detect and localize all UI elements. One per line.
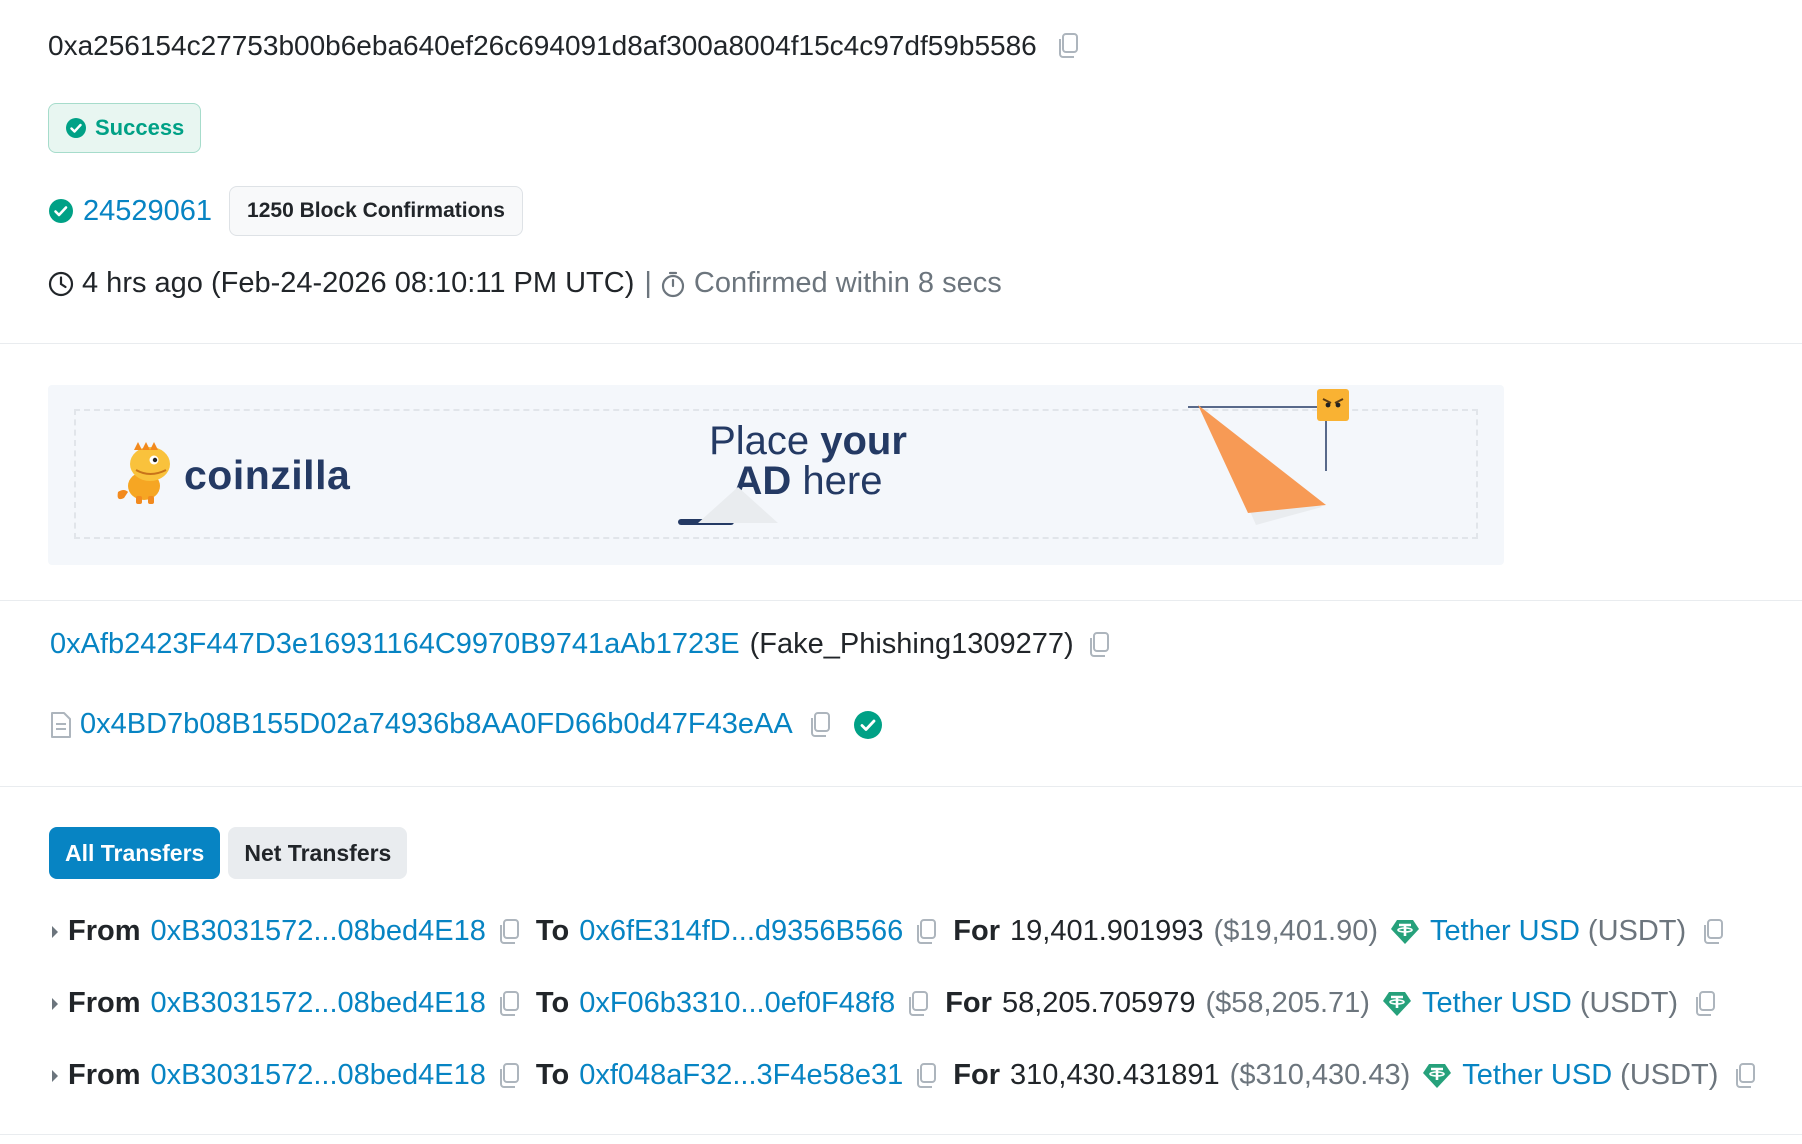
from-address-row: 0xAfb2423F447D3e16931164C9970B9741aAb172… xyxy=(50,628,1112,661)
section-divider xyxy=(0,600,1802,601)
transfer-from-label: From xyxy=(68,915,141,947)
coinzilla-logo: coinzilla xyxy=(114,440,350,511)
timestamp-row: 4 hrs ago (Feb-24-2026 08:10:11 PM UTC) … xyxy=(48,267,1002,300)
section-divider xyxy=(0,343,1802,344)
verified-check-icon xyxy=(853,710,883,740)
transfer-usd-value: ($310,430.43) xyxy=(1229,1059,1411,1091)
transfer-from-address[interactable]: 0xB3031572...08bed4E18 xyxy=(151,987,486,1020)
transfer-usd-value: ($58,205.71) xyxy=(1205,987,1370,1019)
transfer-row: From 0xB3031572...08bed4E18 To 0xF06b331… xyxy=(50,987,1732,1020)
coinzilla-mascot-icon xyxy=(114,440,176,511)
ad-paper-plane-graphic xyxy=(1188,389,1349,525)
contract-address-row: 0x4BD7b08B155D02a74936b8AA0FD66b0d47F43e… xyxy=(50,708,883,741)
copy-icon[interactable] xyxy=(913,1062,939,1090)
contract-address-link[interactable]: 0x4BD7b08B155D02a74936b8AA0FD66b0d47F43e… xyxy=(80,708,793,741)
transfer-row: From 0xB3031572...08bed4E18 To 0x6fE314f… xyxy=(50,915,1740,948)
transfer-tabs: All Transfers Net Transfers xyxy=(49,827,408,879)
tether-icon xyxy=(1390,918,1420,946)
section-divider xyxy=(0,1134,1802,1135)
caret-right-icon[interactable] xyxy=(50,996,60,1012)
transfer-token-name[interactable]: Tether USD xyxy=(1422,987,1572,1020)
transfer-token-symbol: (USDT) xyxy=(1620,1059,1719,1091)
transfer-to-label: To xyxy=(535,915,570,947)
status-text: Success xyxy=(95,115,185,140)
transfer-row: From 0xB3031572...08bed4E18 To 0xf048aF3… xyxy=(50,1059,1772,1092)
check-circle-icon xyxy=(65,117,87,139)
transfer-token-name[interactable]: Tether USD xyxy=(1462,1059,1612,1092)
copy-icon[interactable] xyxy=(496,1062,522,1090)
ad-headline-place: Place xyxy=(709,419,821,463)
copy-icon[interactable] xyxy=(1732,1062,1758,1090)
transfer-to-label: To xyxy=(535,987,570,1019)
transfer-amount: 310,430.431891 xyxy=(1010,1059,1220,1091)
clock-icon xyxy=(48,271,74,297)
transfer-from-address[interactable]: 0xB3031572...08bed4E18 xyxy=(151,1059,486,1092)
caret-right-icon[interactable] xyxy=(50,1068,60,1084)
transfer-usd-value: ($19,401.90) xyxy=(1213,915,1379,947)
copy-icon[interactable] xyxy=(913,918,939,946)
timestamp-text: 4 hrs ago (Feb-24-2026 08:10:11 PM UTC) xyxy=(82,267,635,299)
tether-icon xyxy=(1382,990,1412,1018)
transfer-to-address[interactable]: 0xF06b3310...0ef0F48f8 xyxy=(579,987,895,1020)
transfer-from-label: From xyxy=(68,1059,141,1091)
transfer-to-address[interactable]: 0x6fE314fD...d9356B566 xyxy=(579,915,903,948)
block-confirmations-badge: 1250 Block Confirmations xyxy=(229,186,523,236)
copy-icon[interactable] xyxy=(1086,631,1112,659)
transfer-to-label: To xyxy=(535,1059,570,1091)
transfer-to-address[interactable]: 0xf048aF32...3F4e58e31 xyxy=(579,1059,903,1092)
caret-right-icon[interactable] xyxy=(50,924,60,940)
tab-net-transfers[interactable]: Net Transfers xyxy=(228,827,408,879)
copy-icon[interactable] xyxy=(1700,918,1726,946)
section-divider xyxy=(0,786,1802,787)
block-number-link[interactable]: 24529061 xyxy=(83,195,212,228)
status-badge: Success xyxy=(48,103,202,153)
separator: | xyxy=(644,267,652,299)
copy-icon[interactable] xyxy=(496,990,522,1018)
transfer-for-label: For xyxy=(945,987,992,1019)
transaction-hash: 0xa256154c27753b00b6eba640ef26c694091d8a… xyxy=(48,30,1037,61)
copy-icon[interactable] xyxy=(905,990,931,1018)
transfer-amount: 58,205.705979 xyxy=(1001,987,1196,1019)
copy-icon[interactable] xyxy=(807,711,833,739)
from-address-label: (Fake_Phishing1309277) xyxy=(749,628,1074,660)
tab-all-transfers[interactable]: All Transfers xyxy=(49,827,221,879)
transfer-from-label: From xyxy=(68,987,141,1019)
contract-document-icon xyxy=(50,711,72,739)
transfer-for-label: For xyxy=(953,915,1001,947)
tether-icon xyxy=(1422,1062,1452,1090)
ad-banner[interactable]: coinzilla Place your AD here xyxy=(48,385,1504,565)
confirmed-within-text: Confirmed within 8 secs xyxy=(693,267,1002,299)
ad-headline-here: here xyxy=(791,459,883,503)
transfer-from-address[interactable]: 0xB3031572...08bed4E18 xyxy=(151,915,486,948)
ad-headline-your: your xyxy=(820,419,907,463)
transfer-token-symbol: (USDT) xyxy=(1579,987,1679,1019)
transfer-token-symbol: (USDT) xyxy=(1587,915,1687,947)
copy-icon[interactable] xyxy=(1055,32,1081,60)
coinzilla-brand-text: coinzilla xyxy=(184,452,351,498)
ad-shadow-shape xyxy=(698,487,778,523)
copy-icon[interactable] xyxy=(496,918,522,946)
transfer-for-label: For xyxy=(953,1059,1001,1091)
stopwatch-icon xyxy=(660,270,686,298)
block-row: 24529061 1250 Block Confirmations xyxy=(48,186,523,236)
check-circle-icon xyxy=(48,198,74,224)
copy-icon[interactable] xyxy=(1692,990,1718,1018)
transaction-hash-row: 0xa256154c27753b00b6eba640ef26c694091d8a… xyxy=(48,30,1081,62)
transfer-amount: 19,401.901993 xyxy=(1010,915,1204,947)
from-address-link[interactable]: 0xAfb2423F447D3e16931164C9970B9741aAb172… xyxy=(50,628,740,661)
transfer-token-name[interactable]: Tether USD xyxy=(1430,915,1580,948)
